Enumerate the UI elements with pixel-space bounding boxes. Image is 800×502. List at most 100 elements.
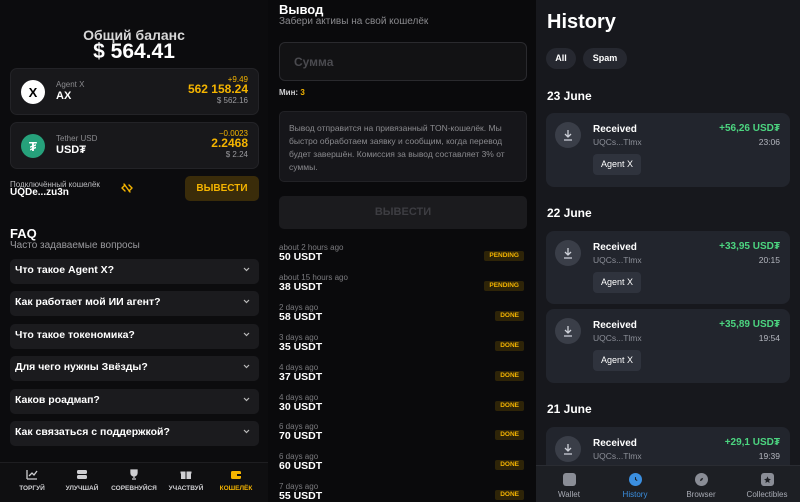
asset-name: USD₮: [56, 144, 86, 156]
faq-title: FAQ: [10, 226, 37, 241]
filter-spam[interactable]: Spam: [583, 48, 627, 69]
nav-tab-upgrade[interactable]: УЛУЧШАЙ: [56, 469, 108, 492]
nav-tab-wallet[interactable]: КОШЕЛЁК: [210, 469, 262, 492]
tx-amount: +56,26 USD₮: [719, 123, 780, 134]
status-badge: DONE: [495, 311, 524, 321]
balance-value: $ 564.41: [93, 40, 175, 63]
tx-amount: +29,1 USD₮: [724, 437, 780, 448]
date-header: 23 June: [547, 89, 592, 103]
withdraw-button[interactable]: ВЫВЕСТИ: [185, 176, 259, 201]
asset-card-ax[interactable]: X Agent X AX +9.49 562 158.24 $ 562.16: [10, 68, 259, 115]
history-amount: 55 USDT: [279, 490, 323, 502]
trophy-icon: [130, 469, 138, 480]
nav-tab-wallet[interactable]: Wallet: [536, 473, 602, 499]
asset-usd: $ 562.16: [216, 96, 248, 105]
faq-item[interactable]: Что такое токеномика?: [10, 324, 259, 349]
withdraw-subtitle: Забери активы на свой кошелёк: [279, 16, 429, 27]
status-badge: DONE: [495, 401, 524, 411]
nav-tab-browser[interactable]: Browser: [668, 473, 734, 499]
tx-address: UQCs...Tlmx: [593, 333, 642, 343]
tx-tag: Agent X: [593, 350, 642, 371]
unlink-icon[interactable]: [121, 183, 133, 193]
nav-tab-label: Collectibles: [746, 490, 788, 499]
withdraw-history-row: about 15 hours ago 38 USDT PENDING: [279, 273, 527, 301]
status-badge: DONE: [495, 371, 524, 381]
min-label: Мин:: [279, 88, 299, 97]
withdraw-history-row: 6 days ago 60 USDT DONE: [279, 452, 527, 480]
withdraw-history-row: 6 days ago 70 USDT DONE: [279, 422, 527, 450]
tx-address: UQCs...Tlmx: [593, 255, 642, 265]
gift-icon: [180, 471, 192, 479]
tx-time: 19:54: [758, 333, 780, 343]
x-logo-icon: X: [21, 80, 45, 104]
chevron-down-icon: [243, 267, 250, 272]
withdraw-title: Вывод: [279, 2, 324, 17]
faq-item[interactable]: Как работает мой ИИ агент?: [10, 291, 259, 316]
chevron-down-icon: [243, 397, 250, 402]
history-amount: 30 USDT: [279, 401, 323, 413]
nav-tab-trade[interactable]: ТОРГУЙ: [6, 469, 58, 492]
withdraw-history-row: 4 days ago 30 USDT DONE: [279, 393, 527, 421]
tx-address: UQCs...Tlmx: [593, 451, 642, 461]
nav-tab-label: History: [622, 490, 648, 499]
history-panel: History All Spam 23 June Received UQCs..…: [536, 0, 800, 502]
chevron-down-icon: [243, 429, 250, 434]
status-badge: PENDING: [484, 251, 524, 261]
faq-question: Каков роадмап?: [15, 394, 100, 406]
clock-icon: [628, 473, 642, 486]
chevron-down-icon: [243, 364, 250, 369]
history-amount: 37 USDT: [279, 371, 323, 383]
bottom-nav: Wallet History Browser Collectibles: [536, 465, 800, 502]
tx-time: 19:39: [758, 451, 780, 461]
asset-sub: Tether USD: [56, 134, 98, 143]
tx-address: UQCs...Tlmx: [593, 137, 642, 147]
received-icon: [555, 240, 581, 266]
withdraw-panel: Вывод Забери активы на свой кошелёк Мин:…: [268, 0, 536, 502]
page-title: History: [547, 11, 616, 33]
tx-label: Received: [593, 124, 637, 135]
transaction-card[interactable]: Received UQCs...Tlmx +56,26 USD₮ 23:06 A…: [546, 113, 790, 187]
withdraw-history-row: 2 days ago 58 USDT DONE: [279, 303, 527, 331]
history-amount: 35 USDT: [279, 341, 323, 353]
withdraw-history-row: 3 days ago 35 USDT DONE: [279, 333, 527, 361]
transaction-card[interactable]: Received UQCs...Tlmx +33,95 USD₮ 20:15 A…: [546, 231, 790, 304]
withdraw-submit-button[interactable]: ВЫВЕСТИ: [279, 196, 527, 229]
faq-question: Как связаться с поддержкой?: [15, 426, 170, 438]
faq-item[interactable]: Каков роадмап?: [10, 389, 259, 414]
history-amount: 38 USDT: [279, 281, 323, 293]
nav-tab-collectibles[interactable]: Collectibles: [734, 473, 800, 499]
tx-amount: +35,89 USD₮: [719, 319, 780, 330]
withdraw-history-row: 7 days ago 55 USDT DONE: [279, 482, 527, 502]
history-amount: 70 USDT: [279, 430, 323, 442]
filter-all[interactable]: All: [546, 48, 576, 69]
transaction-card[interactable]: Received UQCs...Tlmx +35,89 USD₮ 19:54 A…: [546, 309, 790, 383]
asset-card-usdt[interactable]: ₮ Tether USD USD₮ −0.0023 2.2468 $ 2.24: [10, 122, 259, 169]
tx-tag: Agent X: [593, 272, 642, 293]
tx-time: 23:06: [758, 137, 780, 147]
connected-wallet-address: UQDe...zu3n: [10, 187, 69, 198]
asset-amount: 562 158.24: [187, 82, 248, 96]
history-amount: 60 USDT: [279, 460, 323, 472]
compass-icon: [694, 473, 708, 486]
wallet-panel: Общий баланс $ 564.41 X Agent X AX +9.49…: [0, 0, 268, 502]
nav-tab-label: УЧАСТВУЙ: [168, 485, 204, 492]
faq-item[interactable]: Для чего нужны Звёзды?: [10, 356, 259, 381]
withdraw-info: Вывод отправится на привязанный TON-коше…: [279, 111, 527, 182]
nav-tab-compete[interactable]: СОРЕВНУЙСЯ: [108, 469, 160, 492]
faq-item[interactable]: Как связаться с поддержкой?: [10, 421, 259, 446]
tether-icon: ₮: [21, 134, 45, 158]
nav-tab-label: УЛУЧШАЙ: [65, 485, 99, 492]
nav-tab-history[interactable]: History: [602, 473, 668, 499]
tx-tag: Agent X: [593, 154, 642, 175]
received-icon: [555, 436, 581, 462]
amount-input[interactable]: [279, 42, 527, 81]
nav-tab-participate[interactable]: УЧАСТВУЙ: [160, 469, 212, 492]
asset-name: AX: [56, 90, 72, 102]
collectibles-icon: [760, 473, 774, 486]
faq-question: Что такое Agent X?: [15, 264, 115, 276]
chart-icon: [26, 470, 38, 480]
faq-item[interactable]: Что такое Agent X?: [10, 259, 259, 284]
nav-tab-label: ТОРГУЙ: [19, 485, 45, 492]
status-badge: DONE: [495, 430, 524, 440]
asset-amount: 2.2468: [211, 136, 248, 150]
